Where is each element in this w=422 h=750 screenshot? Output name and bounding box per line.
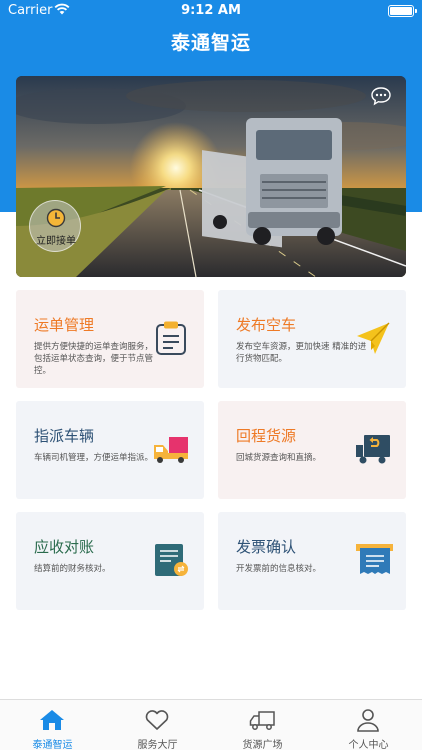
status-bar: Carrier 9:12 AM — [0, 0, 422, 22]
tab-label: 货源广场 — [242, 740, 283, 750]
tab-label: 泰通智运 — [32, 740, 73, 750]
card-title: 回程货源 — [236, 427, 297, 445]
card-description: 结算前的财务核对。 — [34, 564, 111, 574]
invoice-icon — [356, 544, 393, 574]
clipboard-icon — [156, 321, 186, 355]
tab-label: 个人中心 — [348, 740, 389, 750]
tab-label: 服务大厅 — [137, 740, 178, 750]
home-icon — [40, 710, 64, 730]
card-description: 车辆司机管理，方便运单指派。 — [34, 453, 154, 463]
bottom-tab-bar: 泰通智运 服务大厅 货源广场 个人中心 — [0, 699, 422, 750]
card-description: 回城货源查询和直摘。 — [236, 453, 322, 463]
card-title: 应收对账 — [34, 538, 95, 556]
card-title: 运单管理 — [34, 316, 95, 334]
receivable-document-icon — [155, 544, 188, 576]
clock-time: 9:12 AM — [181, 3, 241, 18]
message-icon[interactable] — [370, 86, 392, 106]
return-truck-icon — [356, 435, 390, 464]
card-receivable-reconciliation[interactable]: 应收对账 结算前的财务核对。 — [16, 512, 204, 610]
card-title: 发票确认 — [236, 538, 297, 556]
card-return-cargo[interactable]: 回程货源 回城货源查询和直摘。 — [218, 401, 406, 499]
card-title: 发布空车 — [236, 316, 297, 334]
card-publish-empty-truck[interactable]: 发布空车 发布空车资源，更加快速 精准的进行货物匹配。 — [218, 290, 406, 388]
battery-icon — [388, 5, 417, 17]
card-invoice-confirmation[interactable]: 发票确认 开发票前的信息核对。 — [218, 512, 406, 610]
page-title: 泰通智运 — [170, 32, 251, 54]
tab-home[interactable]: 泰通智运 — [0, 700, 105, 750]
card-description: 提供方便快捷的运单查询服务，包括运单状态查询，便于节点管控。 — [34, 342, 154, 376]
take-order-button[interactable]: 立即接单 — [29, 200, 81, 252]
paper-plane-icon — [357, 322, 390, 354]
take-order-label: 立即接单 — [36, 236, 76, 247]
person-icon — [357, 709, 379, 732]
tab-cargo-square[interactable]: 货源广场 — [210, 700, 315, 750]
hero-banner[interactable]: 立即接单 — [16, 76, 406, 277]
heart-icon — [145, 710, 169, 730]
truck-icon — [249, 711, 275, 730]
card-description: 开发票前的信息核对。 — [236, 564, 322, 574]
card-waybill-management[interactable]: 运单管理 提供方便快捷的运单查询服务，包括运单状态查询，便于节点管控。 — [16, 290, 204, 388]
clock-icon — [46, 208, 66, 228]
tab-service-hall[interactable]: 服务大厅 — [105, 700, 210, 750]
delivery-truck-icon — [154, 437, 188, 463]
card-description: 发布空车资源，更加快速 精准的进行货物匹配。 — [236, 342, 367, 364]
card-assign-vehicle[interactable]: 指派车辆 车辆司机管理，方便运单指派。 — [16, 401, 204, 499]
card-title: 指派车辆 — [34, 427, 95, 445]
tab-personal-center[interactable]: 个人中心 — [316, 700, 421, 750]
